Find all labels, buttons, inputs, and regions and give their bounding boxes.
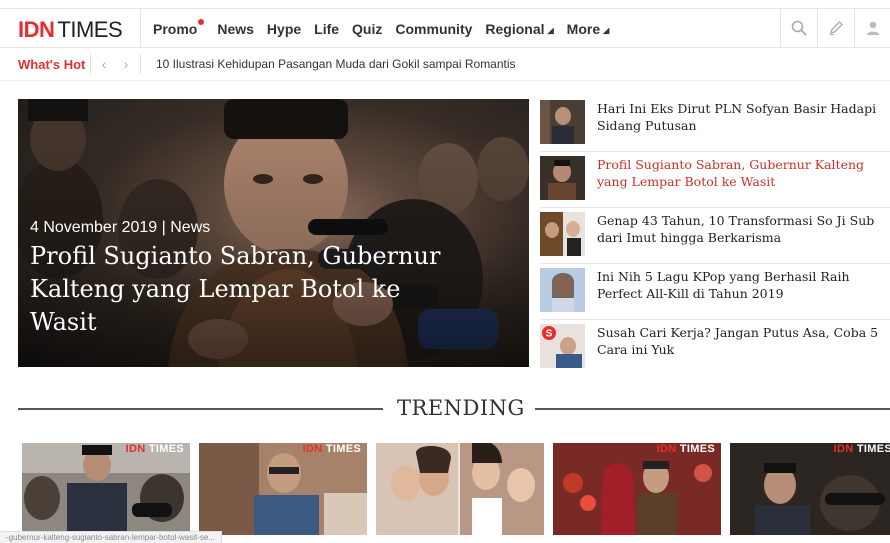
trending-card[interactable] xyxy=(376,443,544,535)
write-button[interactable] xyxy=(817,9,854,47)
site-logo[interactable]: IDN TIMES xyxy=(18,17,123,43)
headline-list: Hari Ini Eks Dirut PLN Sofyan Basir Hada… xyxy=(540,96,890,376)
trending-thumbnail xyxy=(730,443,890,535)
logo-idn: IDN xyxy=(18,17,55,42)
article-thumbnail xyxy=(540,268,585,312)
hero-date-category: 4 November 2019 | News xyxy=(30,219,211,236)
article-thumbnail xyxy=(540,100,585,144)
trending-heading: TRENDING xyxy=(397,396,525,420)
trending-card[interactable]: IDN TIMES xyxy=(553,443,721,535)
list-item[interactable]: Profil Sugianto Sabran, Gubernur Kalteng… xyxy=(540,152,890,208)
list-item[interactable]: Genap 43 Tahun, 10 Transformasi So Ji Su… xyxy=(540,208,890,264)
account-button[interactable] xyxy=(854,9,890,47)
caret-down-icon: ◢ xyxy=(603,26,610,35)
list-item-title: Hari Ini Eks Dirut PLN Sofyan Basir Hada… xyxy=(597,101,877,133)
list-item[interactable]: S Susah Cari Kerja? Jangan Putus Asa, Co… xyxy=(540,320,890,376)
watermark-idn: IDN xyxy=(656,443,677,455)
caret-down-icon: ◢ xyxy=(547,26,554,35)
watermark: IDN TIMES xyxy=(303,443,361,455)
list-item[interactable]: Hari Ini Eks Dirut PLN Sofyan Basir Hada… xyxy=(540,96,890,152)
trending-card[interactable]: IDN TIMES xyxy=(730,443,890,535)
nav-item-regional-label: Regional xyxy=(485,21,545,37)
article-thumbnail xyxy=(540,156,585,200)
nav-item-community[interactable]: Community xyxy=(395,21,472,37)
article-thumbnail xyxy=(540,212,585,256)
watermark-times: TIMES xyxy=(679,443,715,455)
nav-item-quiz[interactable]: Quiz xyxy=(352,21,382,37)
whats-hot-bar: What's Hot ‹ › 10 Ilustrasi Kehidupan Pa… xyxy=(0,48,890,81)
watermark: IDN TIMES xyxy=(126,443,184,455)
list-item[interactable]: Ini Nih 5 Lagu KPop yang Berhasil Raih P… xyxy=(540,264,890,320)
list-item-title: Genap 43 Tahun, 10 Transformasi So Ji Su… xyxy=(597,213,875,245)
watermark-idn: IDN xyxy=(833,443,854,455)
nav-item-regional[interactable]: Regional ◢ xyxy=(485,21,553,37)
trending-rule-left xyxy=(18,408,383,410)
watermark-times: TIMES xyxy=(856,443,890,455)
list-item-title: Profil Sugianto Sabran, Gubernur Kalteng… xyxy=(597,157,865,189)
top-navbar: IDN TIMES Promo News Hype Life Quiz Commu… xyxy=(0,8,890,48)
watermark-idn: IDN xyxy=(302,443,323,455)
watermark-times: TIMES xyxy=(148,443,184,455)
nav-item-life[interactable]: Life xyxy=(314,21,339,37)
search-icon xyxy=(791,20,807,36)
hero-article[interactable]: 4 November 2019 | News Profil Sugianto S… xyxy=(18,99,529,367)
search-button[interactable] xyxy=(780,9,817,47)
list-item-title: Ini Nih 5 Lagu KPop yang Berhasil Raih P… xyxy=(597,269,850,301)
trending-card[interactable]: IDN TIMES xyxy=(22,443,190,535)
list-item-title: Susah Cari Kerja? Jangan Putus Asa, Coba… xyxy=(597,325,879,357)
prev-arrow-icon[interactable]: ‹ xyxy=(93,52,115,76)
trending-thumbnail xyxy=(199,443,367,535)
main-menu: Promo News Hype Life Quiz Community Regi… xyxy=(153,19,622,37)
nav-item-promo[interactable]: Promo xyxy=(153,19,205,37)
divider xyxy=(90,54,91,74)
trending-thumbnail xyxy=(376,443,544,535)
divider xyxy=(140,54,141,74)
nav-divider xyxy=(140,9,141,47)
nav-item-hype[interactable]: Hype xyxy=(267,21,301,37)
watermark-times: TIMES xyxy=(325,443,361,455)
article-thumbnail: S xyxy=(540,324,585,368)
trending-card[interactable]: IDN TIMES xyxy=(199,443,367,535)
hero-title: Profil Sugianto Sabran, Gubernur Kalteng… xyxy=(30,242,441,336)
whats-hot-label: What's Hot xyxy=(18,57,86,72)
logo-times: TIMES xyxy=(57,17,123,42)
status-bar-url: -gubernur-kalteng-sugianto-sabran-lempar… xyxy=(0,531,222,543)
nav-item-more[interactable]: More ◢ xyxy=(567,21,610,37)
nav-item-more-label: More xyxy=(566,21,601,37)
svg-text:S: S xyxy=(546,329,553,340)
pencil-icon xyxy=(830,21,843,35)
watermark-idn: IDN xyxy=(125,443,146,455)
nav-item-news[interactable]: News xyxy=(217,21,254,37)
trending-thumbnail xyxy=(22,443,190,535)
user-icon xyxy=(867,21,879,35)
watermark: IDN TIMES xyxy=(834,443,890,455)
trending-thumbnail xyxy=(553,443,721,535)
whats-hot-headline[interactable]: 10 Ilustrasi Kehidupan Pasangan Muda dar… xyxy=(156,57,516,71)
watermark: IDN TIMES xyxy=(657,443,715,455)
trending-rule-right xyxy=(535,408,890,410)
next-arrow-icon[interactable]: › xyxy=(115,52,137,76)
